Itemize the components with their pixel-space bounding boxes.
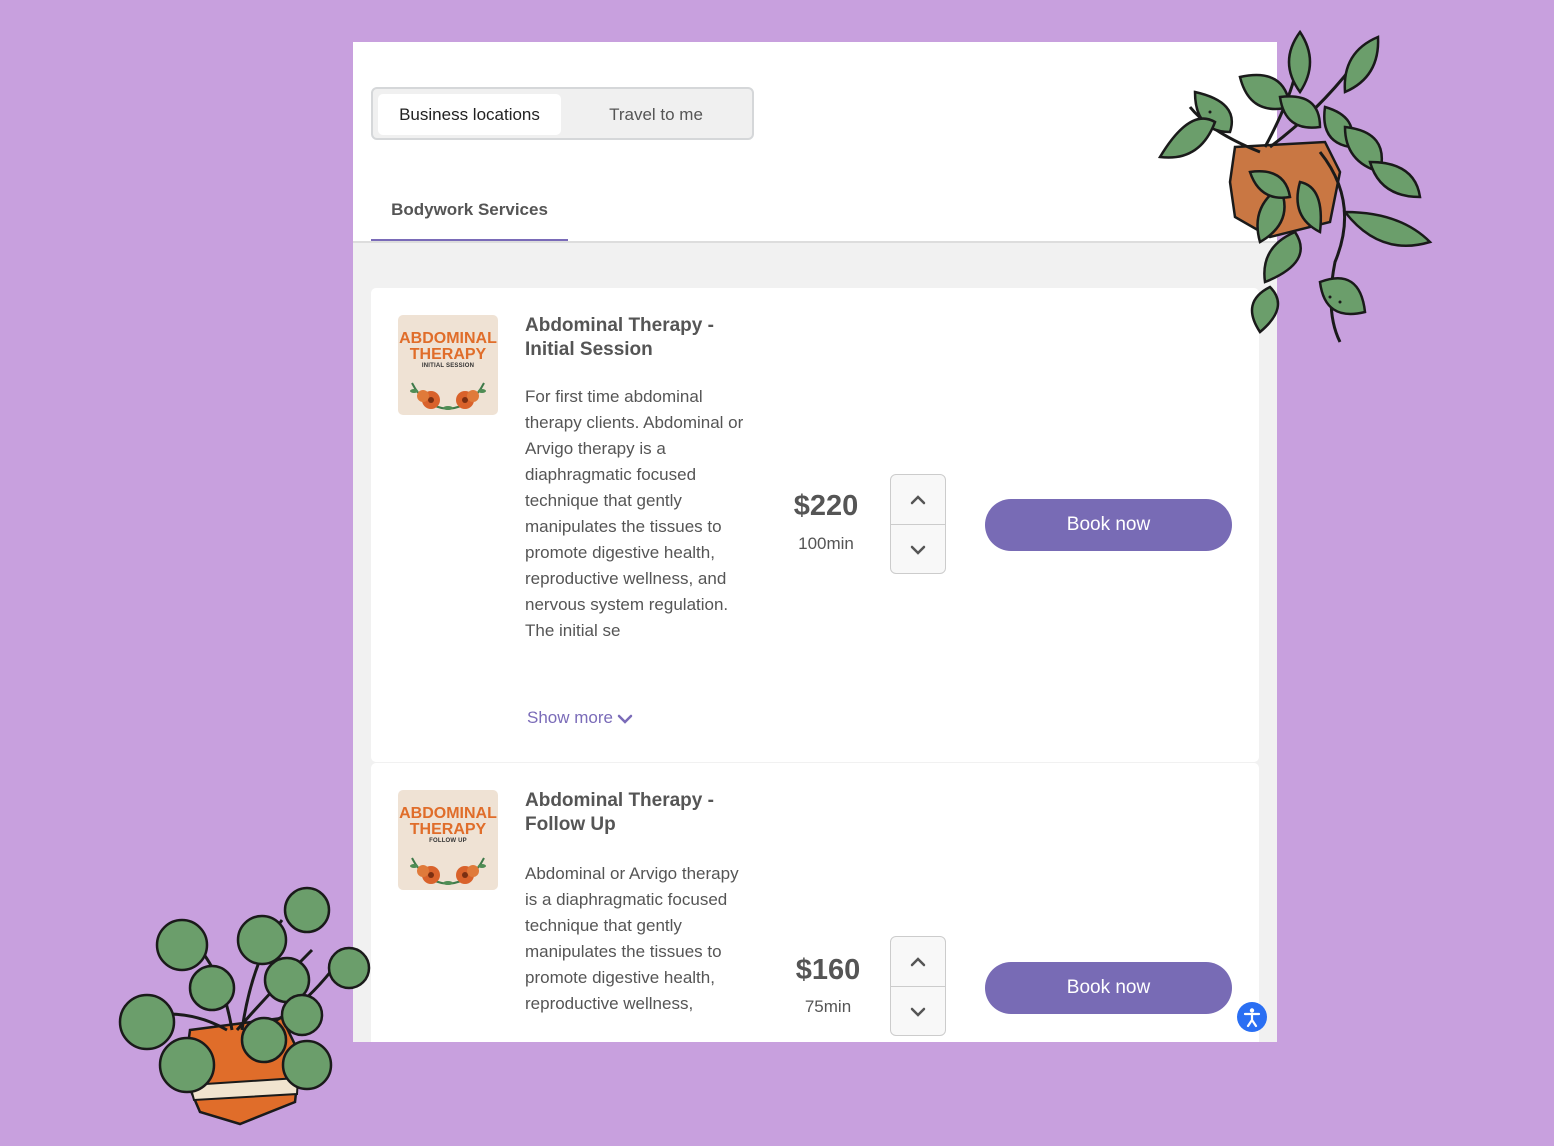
thumbnail-subtitle: FOLLOW UP <box>429 838 467 844</box>
stepper-up-button[interactable] <box>891 475 945 525</box>
service-duration: 100min <box>798 534 854 553</box>
hanging-plant-illustration <box>1157 29 1433 343</box>
accessibility-button[interactable] <box>1237 1002 1267 1032</box>
stepper-down-button[interactable] <box>891 987 945 1035</box>
stepper-down-button[interactable] <box>891 525 945 573</box>
duration-stepper <box>890 936 946 1036</box>
business-locations-option[interactable]: Business locations <box>378 94 561 135</box>
book-now-button[interactable]: Book now <box>985 962 1232 1014</box>
chevron-down-icon <box>617 714 633 724</box>
service-title: Abdominal Therapy - Initial Session <box>525 315 714 360</box>
potted-plant-illustration <box>118 886 371 1126</box>
thumbnail-subtitle: INITIAL SESSION <box>421 363 475 369</box>
book-now-button[interactable]: Book now <box>985 499 1232 551</box>
service-price: $160 <box>795 954 861 986</box>
service-description: Abdominal or Arvigo therapy is a diaphra… <box>525 864 739 1013</box>
accessibility-icon <box>1243 1008 1261 1028</box>
chevron-up-icon <box>910 956 926 966</box>
show-more-label: Show more <box>527 708 613 727</box>
location-toggle: Business locations Travel to me <box>371 87 754 140</box>
tab-bodywork-services[interactable]: Bodywork Services <box>371 200 568 243</box>
show-more-link[interactable]: Show more <box>527 708 633 728</box>
service-card: ABDOMINAL THERAPY INITIAL SESSION Abdomi… <box>371 288 1259 762</box>
thumbnail-title: ABDOMINAL THERAPY <box>399 330 497 363</box>
travel-to-me-option[interactable]: Travel to me <box>563 94 749 135</box>
stepper-up-button[interactable] <box>891 937 945 987</box>
service-title: Abdominal Therapy - Follow Up <box>525 790 714 835</box>
thumbnail-title: ABDOMINAL THERAPY <box>399 805 497 838</box>
service-thumbnail: ABDOMINAL THERAPY FOLLOW UP <box>398 790 498 890</box>
tab-label: Bodywork Services <box>391 200 548 219</box>
flower-illustration-icon <box>410 857 486 886</box>
service-card: ABDOMINAL THERAPY FOLLOW UP Abdominal Th… <box>371 763 1259 1042</box>
duration-stepper <box>890 474 946 574</box>
chevron-down-icon <box>910 1007 926 1017</box>
booking-widget: Business locations Travel to me Bodywork… <box>353 42 1277 1042</box>
service-thumbnail: ABDOMINAL THERAPY INITIAL SESSION <box>398 315 498 415</box>
service-description: For first time abdominal therapy clients… <box>525 387 744 640</box>
flower-illustration-icon <box>410 382 486 411</box>
chevron-down-icon <box>910 545 926 555</box>
chevron-up-icon <box>910 494 926 504</box>
service-duration: 75min <box>804 997 852 1016</box>
service-price: $220 <box>793 490 859 522</box>
